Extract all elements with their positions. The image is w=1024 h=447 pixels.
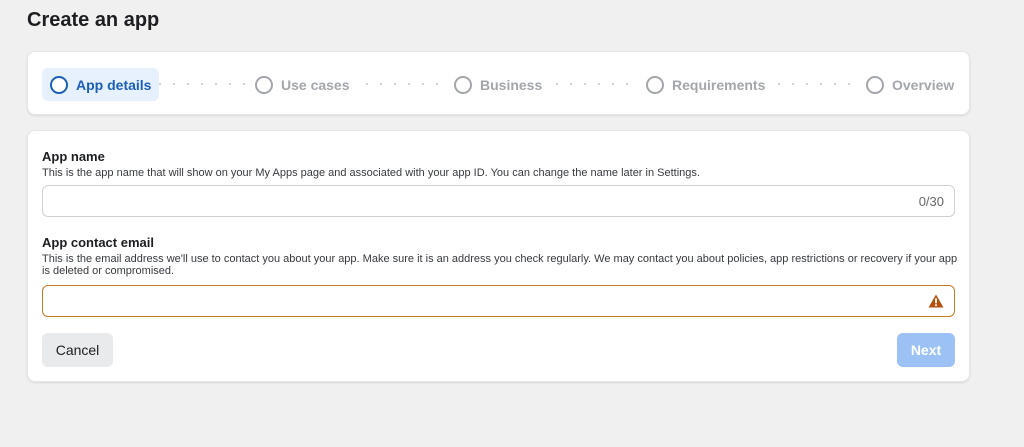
contact-email-label: App contact email <box>42 235 154 250</box>
app-name-field[interactable]: 0/30 <box>42 185 955 217</box>
step-connector <box>536 83 646 85</box>
progress-stepper: App details Use cases Business Requireme… <box>28 52 969 114</box>
step-connector <box>346 83 454 85</box>
stepper-card: App details Use cases Business Requireme… <box>27 51 970 115</box>
page-title: Create an app <box>27 9 160 31</box>
step-requirements[interactable]: Requirements <box>638 68 774 101</box>
app-name-description: This is the app name that will show on y… <box>42 167 700 179</box>
next-button[interactable]: Next <box>897 333 955 367</box>
char-counter: 0/30 <box>918 194 944 209</box>
step-circle-icon <box>50 75 68 94</box>
cancel-button[interactable]: Cancel <box>42 333 113 367</box>
app-name-input[interactable] <box>53 192 893 210</box>
step-circle-icon <box>255 75 273 94</box>
contact-email-input[interactable] <box>53 292 893 310</box>
step-connector <box>153 83 257 85</box>
step-label: Requirements <box>672 76 766 93</box>
warning-icon <box>928 294 944 308</box>
step-label: App details <box>76 76 152 93</box>
contact-email-description: This is the email address we'll use to c… <box>42 253 958 277</box>
step-business[interactable]: Business <box>446 68 551 101</box>
step-label: Overview <box>892 76 955 93</box>
step-circle-icon <box>866 75 884 94</box>
app-details-form: App name This is the app name that will … <box>27 130 970 382</box>
step-connector <box>758 83 866 85</box>
step-app-details[interactable]: App details <box>42 68 160 101</box>
step-overview[interactable]: Overview <box>858 68 963 101</box>
step-circle-icon <box>646 75 664 94</box>
contact-email-field[interactable] <box>42 285 955 317</box>
step-use-cases[interactable]: Use cases <box>247 68 358 101</box>
step-label: Business <box>480 76 543 93</box>
app-name-label: App name <box>42 149 105 164</box>
step-circle-icon <box>454 75 472 94</box>
step-label: Use cases <box>281 76 350 93</box>
